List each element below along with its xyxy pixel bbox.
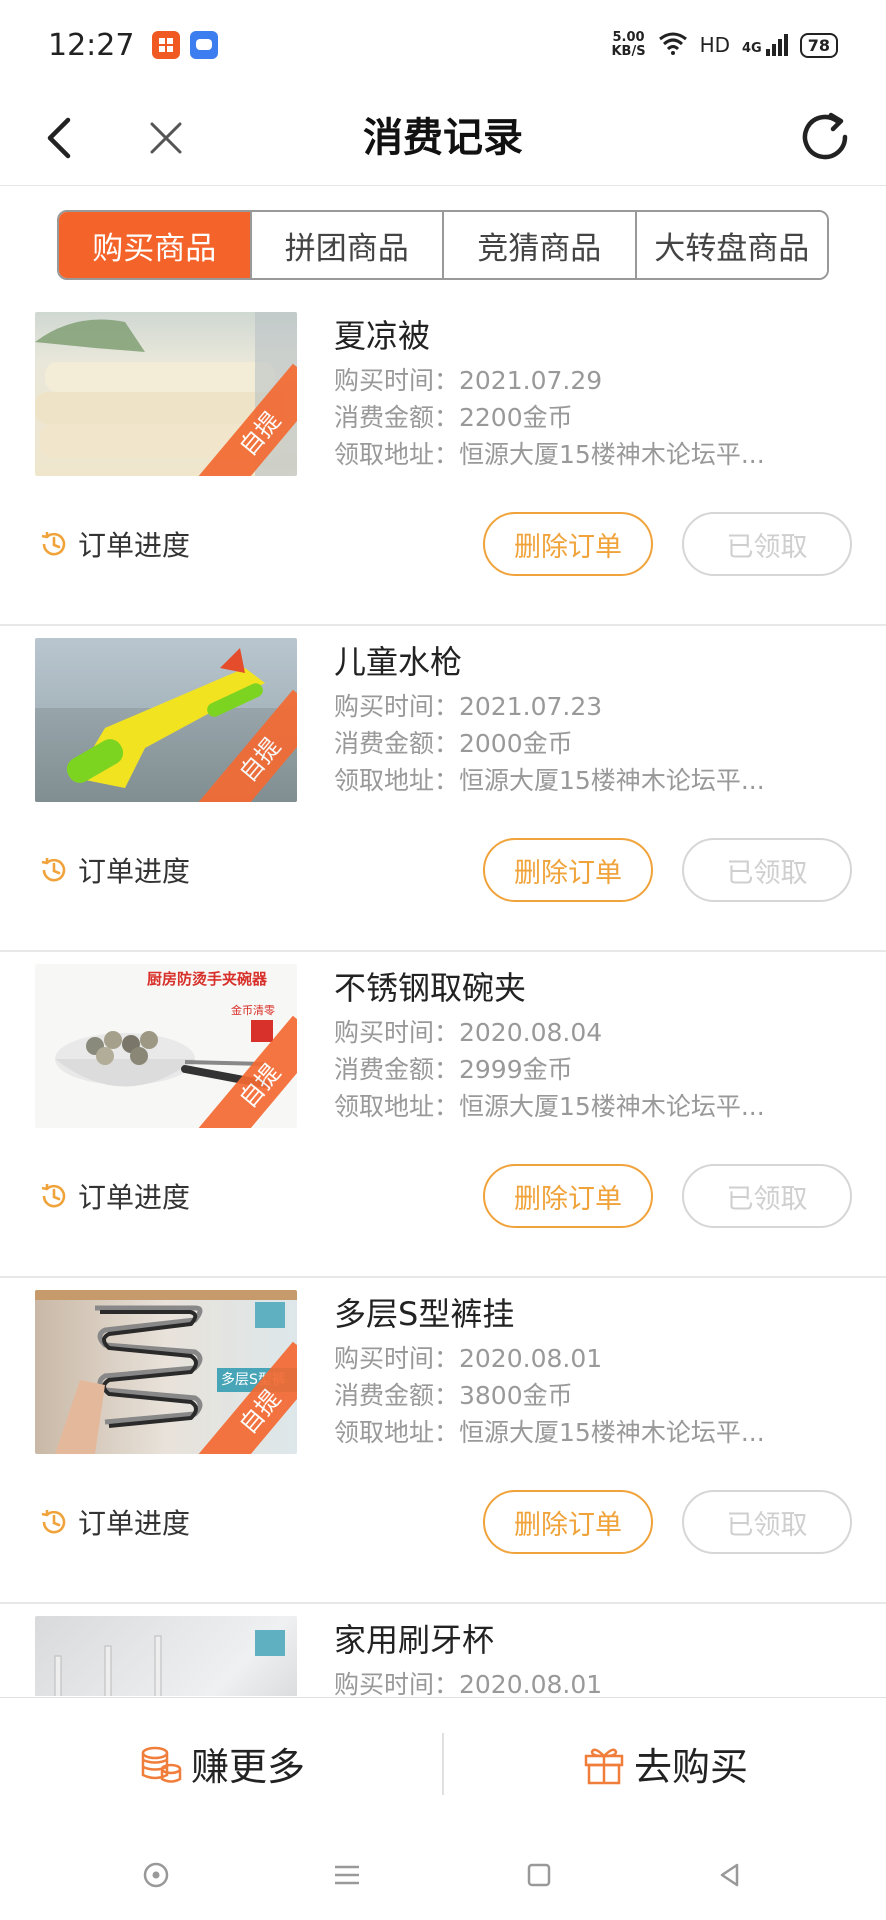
product-name: 儿童水枪 bbox=[334, 643, 463, 681]
refresh-button[interactable] bbox=[792, 104, 858, 170]
amount: 消费金额：3800金币 bbox=[334, 1381, 573, 1410]
pickup-address: 领取地址：恒源大厦15楼神木论坛平... bbox=[334, 766, 765, 795]
menu-icon bbox=[335, 1865, 360, 1884]
order-item: 多层S型裤 自提 多层S型裤挂 购买时间：2020.08.01 消费金额：380… bbox=[0, 1278, 886, 1604]
order-list: 自提 夏凉被 购买时间：2021.07.29 消费金额：2200金币 领取地址：… bbox=[0, 300, 886, 1696]
tab-guess[interactable]: 竞猜商品 bbox=[444, 212, 637, 278]
order-info: 不锈钢取碗夹 购买时间：2020.08.04 消费金额：2999金币 领取地址：… bbox=[334, 962, 854, 1125]
clock-history-icon bbox=[41, 1184, 66, 1208]
order-progress-link[interactable]: 订单进度 bbox=[38, 1174, 190, 1218]
gift-icon bbox=[584, 1748, 624, 1784]
clock-history-icon bbox=[41, 858, 66, 882]
go-buy-button[interactable]: 去购买 bbox=[444, 1736, 886, 1791]
close-button[interactable] bbox=[136, 108, 196, 168]
claimed-status-button[interactable]: 已领取 bbox=[682, 1490, 852, 1554]
purchase-time: 购买时间：2020.08.01 bbox=[334, 1670, 603, 1696]
order-info: 儿童水枪 购买时间：2021.07.23 消费金额：2000金币 领取地址：恒源… bbox=[334, 636, 854, 799]
delete-order-button[interactable]: 删除订单 bbox=[483, 512, 653, 576]
page-title: 消费记录 bbox=[363, 115, 523, 161]
refresh-icon bbox=[802, 112, 848, 160]
order-progress-label: 订单进度 bbox=[78, 529, 191, 562]
back-nav-button[interactable] bbox=[700, 1845, 760, 1905]
product-image[interactable] bbox=[35, 1616, 297, 1696]
battery-indicator: 78 bbox=[799, 32, 838, 58]
signal-icon: 4G bbox=[742, 34, 788, 56]
status-bar: 12:27 5.00 KB/S HD 4G 78 bbox=[0, 0, 886, 90]
wifi-icon bbox=[658, 31, 688, 60]
clock-history-icon bbox=[41, 1510, 66, 1534]
order-item: 家用刷牙杯 购买时间：2020.08.01 bbox=[0, 1604, 886, 1696]
square-icon bbox=[527, 1863, 550, 1886]
category-tabs: 购买商品 拼团商品 竞猜商品 大转盘商品 bbox=[57, 210, 829, 280]
tab-purchase[interactable]: 购买商品 bbox=[59, 212, 252, 278]
order-progress-link[interactable]: 订单进度 bbox=[38, 522, 190, 566]
home-nav-button[interactable] bbox=[509, 1845, 569, 1905]
go-buy-label: 去购买 bbox=[633, 1745, 748, 1789]
product-name: 不锈钢取碗夹 bbox=[334, 969, 527, 1007]
chat-notification-icon bbox=[190, 31, 219, 59]
product-image[interactable]: 厨房防烫手夹碗器 金币清零 自提 bbox=[35, 964, 297, 1128]
pickup-address: 领取地址：恒源大厦15楼神木论坛平... bbox=[334, 440, 765, 469]
claimed-status-button[interactable]: 已领取 bbox=[682, 1164, 852, 1228]
purchase-time: 购买时间：2020.08.01 bbox=[334, 1344, 603, 1373]
delete-order-button[interactable]: 删除订单 bbox=[483, 1490, 653, 1554]
pickup-address: 领取地址：恒源大厦15楼神木论坛平... bbox=[334, 1092, 765, 1121]
order-progress-label: 订单进度 bbox=[78, 1181, 191, 1214]
product-image[interactable]: 自提 bbox=[35, 638, 297, 802]
coins-icon bbox=[141, 1746, 182, 1783]
order-info: 夏凉被 购买时间：2021.07.29 消费金额：2200金币 领取地址：恒源大… bbox=[334, 310, 854, 473]
order-progress-label: 订单进度 bbox=[78, 855, 191, 888]
hd-label: HD bbox=[699, 33, 731, 57]
order-progress-link[interactable]: 订单进度 bbox=[38, 1500, 190, 1544]
order-progress-label: 订单进度 bbox=[78, 1507, 191, 1540]
claimed-status-button[interactable]: 已领取 bbox=[682, 838, 852, 902]
pickup-address: 领取地址：恒源大厦15楼神木论坛平... bbox=[334, 1418, 765, 1447]
bottom-action-bar: 赚更多 去购买 bbox=[0, 1697, 886, 1829]
circle-dot-icon bbox=[143, 1862, 168, 1887]
assistant-nav-button[interactable] bbox=[126, 1845, 186, 1905]
claimed-status-button[interactable]: 已领取 bbox=[682, 512, 852, 576]
order-item: 厨房防烫手夹碗器 金币清零 自提 不锈钢取碗夹 购买时间：2020.08.04 … bbox=[0, 952, 886, 1278]
order-item: 自提 儿童水枪 购买时间：2021.07.23 消费金额：2000金币 领取地址… bbox=[0, 626, 886, 952]
tab-wheel[interactable]: 大转盘商品 bbox=[636, 212, 827, 278]
order-progress-link[interactable]: 订单进度 bbox=[38, 848, 190, 892]
product-name: 夏凉被 bbox=[334, 317, 431, 355]
purchase-time: 购买时间：2020.08.04 bbox=[334, 1018, 603, 1047]
earn-more-button[interactable]: 赚更多 bbox=[0, 1736, 442, 1791]
back-button[interactable] bbox=[28, 108, 88, 168]
purchase-time: 购买时间：2021.07.29 bbox=[334, 366, 603, 395]
status-time: 12:27 bbox=[48, 27, 135, 63]
system-navigation-bar bbox=[0, 1829, 886, 1920]
delete-order-button[interactable]: 删除订单 bbox=[483, 1164, 653, 1228]
status-indicators: 5.00 KB/S HD 4G 78 bbox=[611, 31, 838, 60]
order-info: 多层S型裤挂 购买时间：2020.08.01 消费金额：3800金币 领取地址：… bbox=[334, 1288, 854, 1451]
menu-nav-button[interactable] bbox=[317, 1845, 377, 1905]
back-arrow-icon bbox=[47, 117, 71, 159]
clock-history-icon bbox=[41, 532, 66, 556]
app-notification-icon bbox=[152, 31, 181, 59]
product-image[interactable]: 自提 bbox=[35, 312, 297, 476]
purchase-time: 购买时间：2021.07.23 bbox=[334, 692, 603, 721]
header: 消费记录 bbox=[0, 90, 886, 186]
amount: 消费金额：2000金币 bbox=[334, 729, 573, 758]
order-item: 自提 夏凉被 购买时间：2021.07.29 消费金额：2200金币 领取地址：… bbox=[0, 300, 886, 626]
order-info: 家用刷牙杯 购买时间：2020.08.01 bbox=[334, 1614, 854, 1696]
amount: 消费金额：2999金币 bbox=[334, 1055, 573, 1084]
product-name: 家用刷牙杯 bbox=[334, 1621, 495, 1659]
earn-more-label: 赚更多 bbox=[190, 1745, 305, 1789]
amount: 消费金额：2200金币 bbox=[334, 403, 573, 432]
close-icon bbox=[150, 122, 182, 154]
tab-group-buy[interactable]: 拼团商品 bbox=[251, 212, 444, 278]
product-image[interactable]: 多层S型裤 自提 bbox=[35, 1290, 297, 1454]
triangle-back-icon bbox=[721, 1863, 739, 1886]
product-name: 多层S型裤挂 bbox=[334, 1295, 515, 1333]
delete-order-button[interactable]: 删除订单 bbox=[483, 838, 653, 902]
net-speed: 5.00 KB/S bbox=[611, 30, 646, 59]
